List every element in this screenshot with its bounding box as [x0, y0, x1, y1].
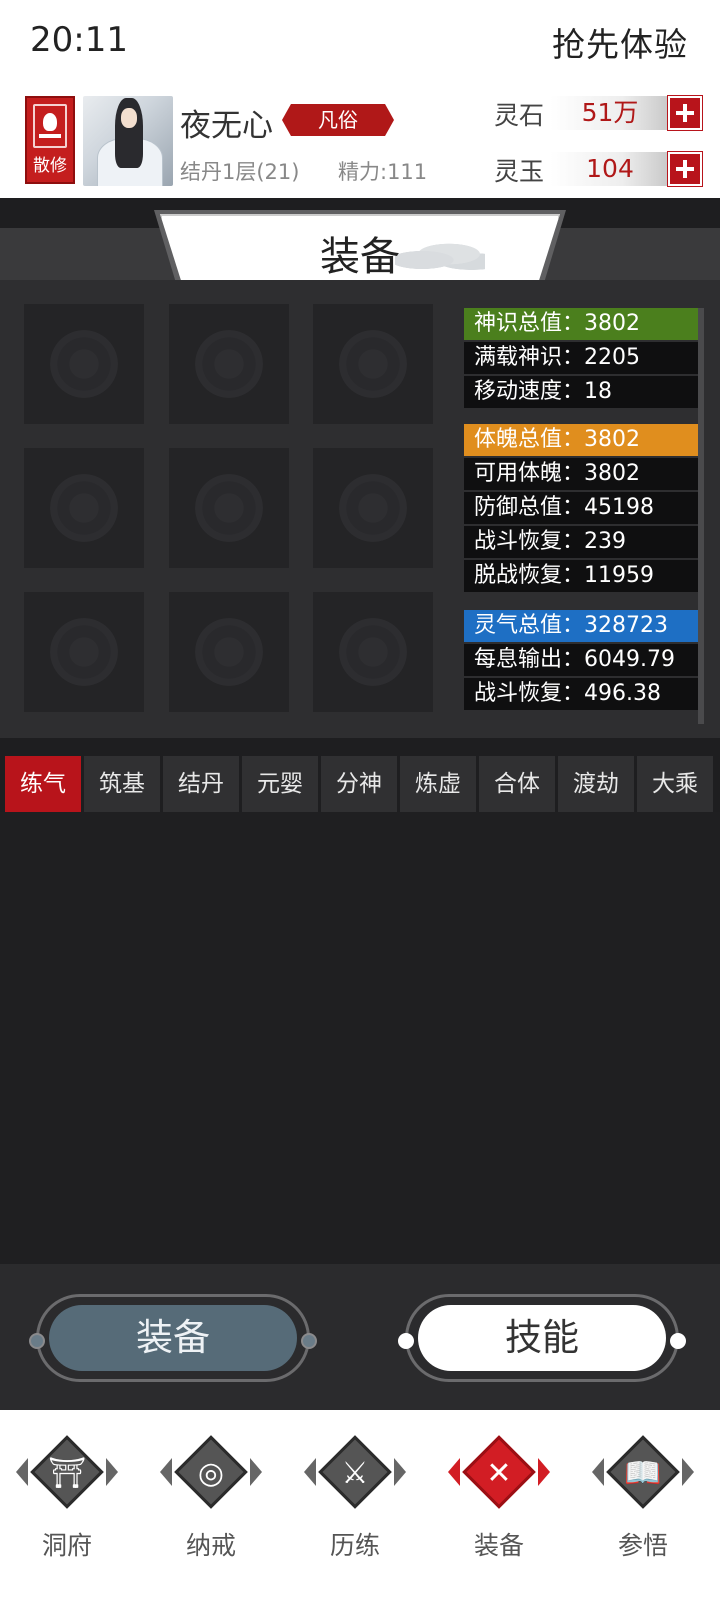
spirit-jade-value: 104	[550, 152, 670, 186]
equipment-slot[interactable]	[24, 448, 144, 568]
realm-tab-bar: 练气 筑基 结丹 元婴 分神 炼虚 合体 渡劫 大乘	[0, 748, 720, 812]
stats-scrollbar[interactable]	[698, 308, 704, 724]
nav-ring[interactable]: ◎ 纳戒	[156, 1430, 266, 1580]
nav-label: 装备	[473, 1531, 524, 1560]
cultivation-realm: 结丹1层(21)	[180, 160, 300, 184]
add-spirit-stone-button[interactable]	[668, 96, 702, 130]
tab-zhuji[interactable]: 筑基	[84, 756, 160, 812]
nav-comprehension[interactable]: 📖 参悟	[588, 1430, 698, 1580]
nav-label: 洞府	[41, 1531, 92, 1560]
stat-header-qi: 灵气总值：328723	[464, 610, 698, 642]
stat-row: 防御总值：45198	[464, 492, 698, 524]
spirit-jade-label: 灵玉	[494, 157, 545, 186]
character-name: 夜无心	[180, 108, 273, 144]
tab-dujie[interactable]: 渡劫	[558, 756, 634, 812]
tab-yuanying[interactable]: 元婴	[242, 756, 318, 812]
equipment-slot[interactable]	[313, 304, 433, 424]
equipment-toggle-label: 装备	[49, 1305, 297, 1371]
nav-label: 参悟	[617, 1531, 668, 1560]
page-title: 装备	[320, 234, 400, 280]
stat-row: 战斗恢复：239	[464, 526, 698, 558]
equipment-slot[interactable]	[169, 592, 289, 712]
nav-cave-mansion[interactable]: ⛩ 洞府	[12, 1430, 122, 1580]
nav-training[interactable]: ⚔ 历练	[300, 1430, 410, 1580]
nav-label: 纳戒	[185, 1531, 236, 1560]
skills-toggle-label: 技能	[418, 1305, 666, 1371]
equipment-slot[interactable]	[313, 592, 433, 712]
stat-row: 脱战恢复：11959	[464, 560, 698, 592]
tab-heti[interactable]: 合体	[479, 756, 555, 812]
energy-value: 精力:111	[338, 160, 428, 184]
ring-icon: ◎	[197, 1456, 225, 1491]
stat-header-body: 体魄总值：3802	[464, 424, 698, 456]
status-time: 20:11	[30, 20, 128, 60]
spirit-stone-value: 51万	[550, 96, 670, 130]
stat-row: 移动速度：18	[464, 376, 698, 408]
lotus-emblem-icon	[33, 104, 67, 148]
stat-row: 满载神识：2205	[464, 342, 698, 374]
equipment-slot[interactable]	[169, 304, 289, 424]
equipment-slot[interactable]	[313, 448, 433, 568]
equipment-icon: ✕	[486, 1456, 512, 1491]
equipment-slot[interactable]	[24, 592, 144, 712]
stat-row: 可用体魄：3802	[464, 458, 698, 490]
equipment-slot[interactable]	[169, 448, 289, 568]
tab-fenshen[interactable]: 分神	[321, 756, 397, 812]
skills-toggle-button[interactable]: 技能	[398, 1294, 686, 1382]
spirit-stone-label: 灵石	[494, 101, 545, 130]
stat-header-spirit-sense: 神识总值：3802	[464, 308, 698, 340]
tab-lianxu[interactable]: 炼虚	[400, 756, 476, 812]
rank-badge: 凡俗	[282, 104, 394, 136]
equipment-list[interactable]	[0, 812, 720, 1264]
add-spirit-jade-button[interactable]	[668, 152, 702, 186]
sect-badge[interactable]: 散修	[25, 96, 75, 184]
profile-header: 散修 夜无心 凡俗 结丹1层(21) 精力:111 灵石 51万 灵玉 104	[0, 86, 720, 198]
sect-label: 散修	[33, 156, 67, 176]
crossed-swords-icon: ⚔	[341, 1456, 369, 1491]
tab-lianqi[interactable]: 练气	[5, 756, 81, 812]
book-icon: 📖	[624, 1456, 662, 1491]
tab-jiedan[interactable]: 结丹	[163, 756, 239, 812]
stat-row: 战斗恢复：496.38	[464, 678, 698, 710]
early-access-label: 抢先体验	[552, 25, 688, 64]
equipment-slot[interactable]	[24, 304, 144, 424]
avatar[interactable]	[83, 96, 173, 186]
tab-dacheng[interactable]: 大乘	[637, 756, 713, 812]
equipment-toggle-button[interactable]: 装备	[29, 1294, 317, 1382]
nav-label: 历练	[329, 1531, 380, 1560]
gate-icon: ⛩	[47, 1456, 87, 1491]
nav-equipment[interactable]: ✕ 装备	[444, 1430, 554, 1580]
stat-row: 每息输出：6049.79	[464, 644, 698, 676]
status-bar: 20:11 抢先体验	[0, 0, 720, 86]
